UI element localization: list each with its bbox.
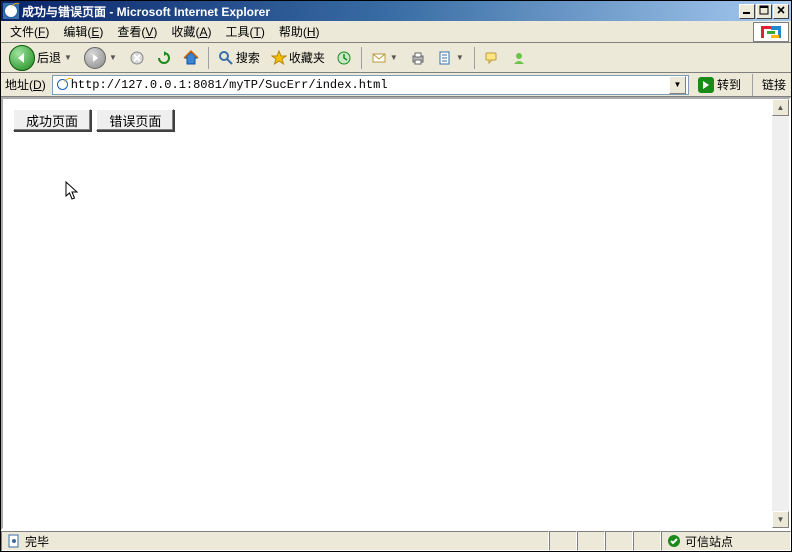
fwd-dropdown-caret-icon[interactable]: ▼	[108, 53, 118, 62]
star-icon	[271, 50, 287, 66]
discuss-icon	[484, 50, 500, 66]
minimize-button[interactable]	[739, 4, 755, 19]
status-pane-3	[577, 531, 605, 551]
page-icon	[6, 533, 22, 549]
print-button[interactable]	[406, 46, 430, 70]
zone-text: 可信站点	[685, 533, 733, 550]
ie-favicon	[3, 3, 19, 19]
close-button[interactable]	[773, 4, 789, 19]
search-label: 搜索	[236, 49, 260, 66]
forward-arrow-icon	[84, 47, 106, 69]
address-bar: 地址(D) ▼ 转到 链接	[1, 73, 791, 97]
error-page-button[interactable]: 错误页面	[96, 109, 174, 131]
window-controls	[739, 4, 789, 19]
favorites-button[interactable]: 收藏夹	[267, 46, 329, 70]
status-pane-4	[605, 531, 633, 551]
ie-throbber-logo	[753, 22, 789, 42]
back-label: 后退	[37, 49, 61, 66]
scroll-down-button[interactable]: ▼	[772, 511, 789, 528]
status-pane-5	[633, 531, 661, 551]
address-input[interactable]	[71, 78, 667, 92]
go-label: 转到	[717, 76, 741, 93]
discuss-button[interactable]	[480, 46, 504, 70]
vertical-scrollbar[interactable]: ▲ ▼	[772, 99, 789, 528]
ie-window: 成功与错误页面 - Microsoft Internet Explorer 文件…	[0, 0, 792, 552]
address-label: 地址(D)	[3, 76, 48, 93]
toolbar: 后退 ▼ ▼ 搜索 收藏夹 ▼ ▼	[1, 43, 791, 73]
favorites-label: 收藏夹	[289, 49, 325, 66]
refresh-button[interactable]	[152, 46, 176, 70]
menu-favorites[interactable]: 收藏(A)	[164, 21, 218, 42]
scroll-up-button[interactable]: ▲	[772, 99, 789, 116]
stop-icon	[129, 50, 145, 66]
history-icon	[336, 50, 352, 66]
back-button[interactable]: 后退 ▼	[5, 46, 77, 70]
trusted-zone-icon	[666, 533, 682, 549]
toolbar-separator	[208, 47, 209, 69]
messenger-icon	[511, 50, 527, 66]
status-zone-pane: 可信站点	[661, 531, 791, 551]
mail-icon	[371, 50, 387, 66]
menu-view[interactable]: 查看(V)	[110, 21, 164, 42]
go-arrow-icon	[698, 77, 714, 93]
maximize-button[interactable]	[756, 4, 772, 19]
search-icon	[218, 50, 234, 66]
address-input-wrap: ▼	[52, 75, 689, 95]
page-favicon	[55, 77, 71, 93]
status-bar: 完毕 可信站点	[1, 530, 791, 551]
links-label[interactable]: 链接	[759, 76, 789, 93]
success-page-button[interactable]: 成功页面	[13, 109, 91, 131]
mail-button[interactable]: ▼	[367, 46, 403, 70]
mail-caret-icon[interactable]: ▼	[389, 53, 399, 62]
content-area: 成功页面 错误页面 ▲ ▼	[1, 97, 791, 530]
edit-icon	[437, 50, 453, 66]
menu-help[interactable]: 帮助(H)	[272, 21, 327, 42]
menu-tools[interactable]: 工具(T)	[218, 21, 271, 42]
toolbar-separator	[361, 47, 362, 69]
go-button[interactable]: 转到	[693, 75, 746, 95]
back-arrow-icon	[9, 45, 35, 71]
titlebar: 成功与错误页面 - Microsoft Internet Explorer	[1, 1, 791, 21]
back-dropdown-caret-icon[interactable]: ▼	[63, 53, 73, 62]
print-icon	[410, 50, 426, 66]
status-pane-main: 完毕	[1, 531, 549, 551]
menu-file[interactable]: 文件(F)	[3, 21, 56, 42]
address-dropdown-button[interactable]: ▼	[669, 76, 686, 94]
webpage: 成功页面 错误页面	[3, 99, 772, 528]
home-button[interactable]	[179, 46, 203, 70]
home-icon	[183, 50, 199, 66]
stop-button[interactable]	[125, 46, 149, 70]
forward-button[interactable]: ▼	[80, 46, 122, 70]
toolbar-separator	[752, 74, 753, 96]
scroll-track[interactable]	[772, 116, 789, 511]
status-text: 完毕	[25, 533, 49, 550]
toolbar-separator	[474, 47, 475, 69]
edit-button[interactable]: ▼	[433, 46, 469, 70]
refresh-icon	[156, 50, 172, 66]
status-pane-2	[549, 531, 577, 551]
menu-edit[interactable]: 编辑(E)	[56, 21, 110, 42]
messenger-button[interactable]	[507, 46, 531, 70]
history-button[interactable]	[332, 46, 356, 70]
search-button[interactable]: 搜索	[214, 46, 264, 70]
edit-caret-icon[interactable]: ▼	[455, 53, 465, 62]
menubar: 文件(F) 编辑(E) 查看(V) 收藏(A) 工具(T) 帮助(H)	[1, 21, 791, 43]
window-title: 成功与错误页面 - Microsoft Internet Explorer	[22, 3, 739, 20]
